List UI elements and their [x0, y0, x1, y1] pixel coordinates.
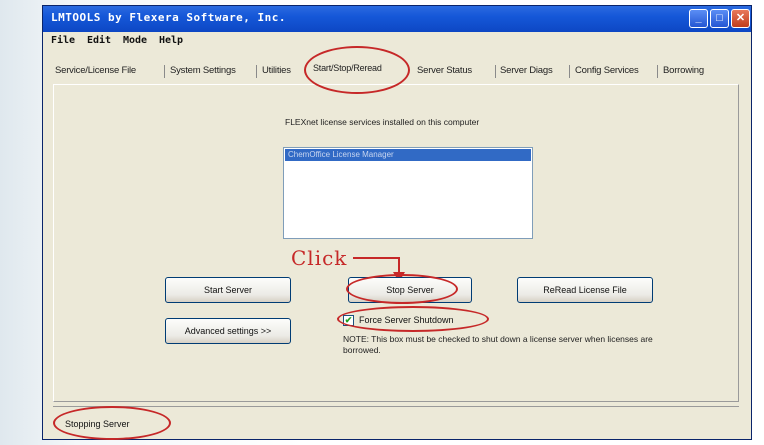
status-text: Stopping Server [65, 419, 130, 429]
menu-help[interactable]: Help [159, 35, 183, 46]
list-item[interactable]: ChemOffice License Manager [285, 149, 531, 161]
minimize-icon: _ [695, 12, 702, 24]
window-title: LMTOOLS by Flexera Software, Inc. [51, 11, 287, 24]
tab-divider [569, 65, 570, 78]
minimize-button[interactable]: _ [689, 9, 708, 28]
menu-file[interactable]: File [51, 35, 75, 46]
services-list[interactable]: ChemOffice License Manager [283, 147, 533, 239]
reread-license-file-button[interactable]: ReRead License File [517, 277, 653, 303]
services-label: FLEXnet license services installed on th… [285, 117, 480, 127]
tab-divider [657, 65, 658, 78]
borrow-note: NOTE: This box must be checked to shut d… [343, 334, 653, 355]
status-bar: Stopping Server [53, 406, 739, 434]
force-shutdown-checkbox[interactable]: ✔ [343, 315, 354, 326]
close-button[interactable]: ✕ [731, 9, 750, 28]
menu-mode[interactable]: Mode [123, 35, 147, 46]
tab-server-status[interactable]: Server Status [417, 65, 472, 76]
lmtools-window: LMTOOLS by Flexera Software, Inc. _ □ ✕ … [42, 5, 752, 440]
tab-divider [164, 65, 165, 78]
tab-strip: Service/License File System Settings Uti… [53, 61, 741, 83]
maximize-button[interactable]: □ [710, 9, 729, 28]
advanced-settings-button[interactable]: Advanced settings >> [165, 318, 291, 344]
tab-start-stop-reread[interactable]: Start/Stop/Reread [313, 63, 382, 73]
close-icon: ✕ [735, 12, 746, 24]
tab-divider [495, 65, 496, 78]
menu-edit[interactable]: Edit [87, 35, 111, 46]
tab-server-diags[interactable]: Server Diags [500, 65, 553, 76]
click-annotation: Click [291, 246, 348, 270]
title-bar[interactable]: LMTOOLS by Flexera Software, Inc. _ □ ✕ [43, 6, 751, 32]
tab-divider [256, 65, 257, 78]
tab-config-services[interactable]: Config Services [575, 65, 639, 76]
stop-server-button[interactable]: Stop Server [348, 277, 472, 303]
tab-utilities[interactable]: Utilities [262, 65, 291, 76]
tab-borrowing[interactable]: Borrowing [663, 65, 704, 76]
tab-system-settings[interactable]: System Settings [170, 65, 236, 76]
maximize-icon: □ [716, 12, 723, 24]
tab-service-license-file[interactable]: Service/License File [55, 65, 136, 76]
menu-bar: File Edit Mode Help [43, 33, 751, 51]
start-server-button[interactable]: Start Server [165, 277, 291, 303]
force-shutdown-label[interactable]: Force Server Shutdown [359, 315, 454, 325]
